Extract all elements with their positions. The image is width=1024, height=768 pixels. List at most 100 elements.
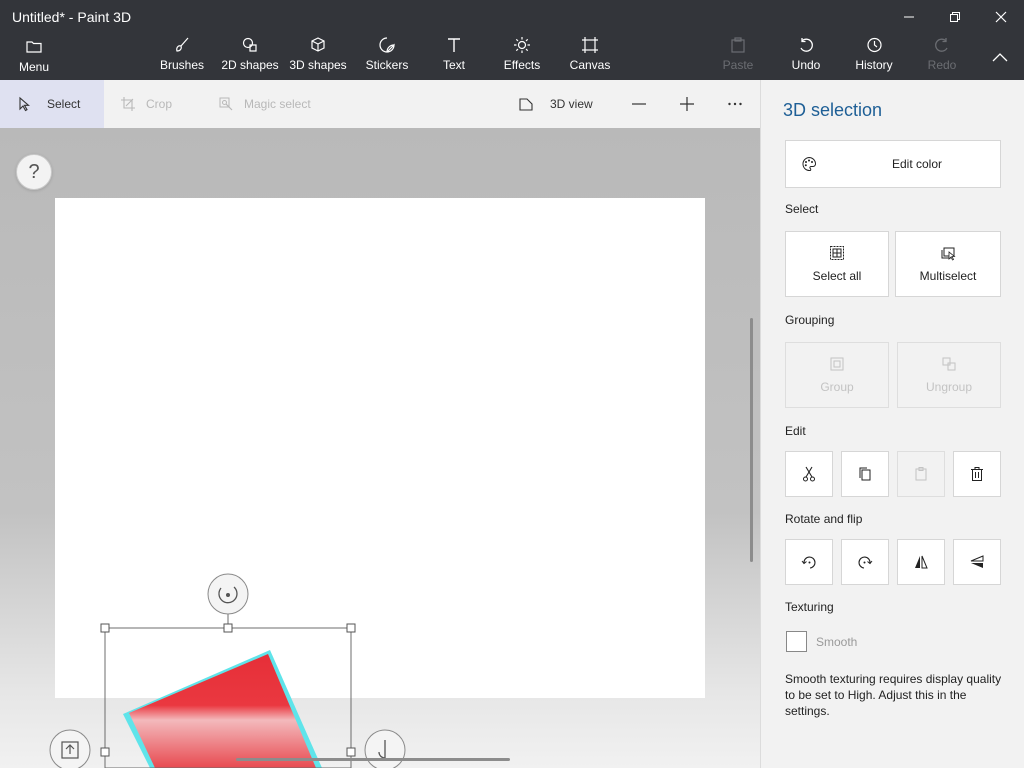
resize-handle[interactable]: [346, 747, 356, 757]
push-back-handle[interactable]: [49, 729, 91, 768]
text-tool[interactable]: Text: [434, 36, 474, 76]
ungroup-icon: [942, 357, 956, 371]
select-label: Select: [47, 97, 81, 111]
crop-label: Crop: [146, 97, 173, 111]
vertical-scrollbar[interactable]: [750, 318, 753, 562]
history-icon: [867, 37, 882, 53]
group-button[interactable]: Group: [785, 342, 889, 408]
stickers-tool[interactable]: Stickers: [362, 36, 412, 76]
history-button[interactable]: History: [848, 36, 900, 76]
more-options-button[interactable]: [727, 80, 753, 128]
cut-button[interactable]: [785, 451, 833, 497]
ungroup-label: Ungroup: [925, 380, 973, 394]
text-label: Text: [442, 58, 465, 72]
resize-handle[interactable]: [346, 623, 356, 633]
more-icon: [728, 102, 742, 106]
view-3d-button[interactable]: 3D view: [518, 80, 593, 128]
rotate-left-button[interactable]: [785, 539, 833, 585]
minus-icon: [632, 103, 646, 105]
delete-button[interactable]: [953, 451, 1001, 497]
cube-icon: [311, 37, 325, 52]
red-3d-object[interactable]: [123, 650, 322, 768]
canvas-tool[interactable]: Canvas: [568, 36, 612, 76]
paste-icon: [915, 467, 927, 481]
resize-handle[interactable]: [100, 747, 110, 757]
edit-color-label: Edit color: [892, 157, 943, 171]
multiselect-button[interactable]: Multiselect: [895, 231, 1001, 297]
ungroup-button[interactable]: Ungroup: [897, 342, 1001, 408]
grouping-heading: Grouping: [785, 313, 835, 327]
shapes-2d-tool[interactable]: 2D shapes: [220, 36, 280, 76]
collapse-ribbon-button[interactable]: [977, 44, 1023, 70]
paste-button[interactable]: Paste: [716, 36, 760, 76]
properties-panel: 3D selection Edit color Select Select al…: [760, 80, 1024, 768]
smooth-checkbox[interactable]: [786, 631, 807, 652]
flip-horizontal-button[interactable]: [897, 539, 945, 585]
flip-vertical-button[interactable]: [953, 539, 1001, 585]
folder-icon: [26, 41, 42, 53]
shapes-3d-tool[interactable]: 3D shapes: [288, 36, 348, 76]
workspace[interactable]: ?: [0, 128, 760, 768]
title-bar: Untitled* - Paint 3D Menu Brushes 2D sha…: [0, 0, 1024, 80]
brushes-label: Brushes: [159, 58, 205, 72]
redo-button[interactable]: Redo: [920, 36, 964, 76]
brushes-tool[interactable]: Brushes: [157, 36, 207, 76]
window-title: Untitled* - Paint 3D: [12, 9, 132, 25]
shapes-2d-label: 2D shapes: [221, 58, 279, 72]
minimize-button[interactable]: [886, 4, 932, 30]
paste-label: Paste: [722, 58, 754, 72]
canvas-icon: [582, 37, 598, 53]
undo-label: Undo: [791, 58, 821, 72]
redo-icon: [935, 38, 948, 52]
selection-overlay: [49, 573, 406, 768]
group-label: Group: [820, 380, 854, 394]
redo-label: Redo: [927, 58, 957, 72]
horizontal-scrollbar[interactable]: [236, 758, 510, 761]
chevron-up-icon: [992, 53, 1008, 62]
zoom-out-button[interactable]: [631, 80, 657, 128]
multiselect-label: Multiselect: [919, 269, 977, 283]
close-button[interactable]: [978, 4, 1024, 30]
crop-button[interactable]: Crop: [120, 80, 172, 128]
history-label: History: [855, 58, 893, 72]
resize-handle[interactable]: [100, 623, 110, 633]
magic-select-label: Magic select: [244, 97, 311, 111]
brush-icon: [176, 37, 189, 52]
select-all-icon: [830, 246, 844, 260]
rotate-left-icon: [801, 556, 816, 569]
sticker-icon: [379, 37, 395, 53]
select-button[interactable]: Select: [17, 80, 80, 128]
canvas-label: Canvas: [569, 58, 611, 72]
plus-icon: [680, 97, 694, 111]
magic-select-icon: [219, 97, 233, 111]
effects-tool[interactable]: Effects: [500, 36, 544, 76]
text-icon: [448, 38, 460, 52]
paste-panel-button[interactable]: [897, 451, 945, 497]
tilt-handle[interactable]: [364, 729, 406, 768]
magic-select-button[interactable]: Magic select: [218, 80, 311, 128]
zoom-in-button[interactable]: [679, 80, 705, 128]
edit-color-button[interactable]: Edit color: [785, 140, 1001, 188]
menu-button[interactable]: Menu: [14, 38, 54, 78]
view-3d-label: 3D view: [550, 97, 593, 111]
rotate-handle[interactable]: [207, 573, 249, 615]
select-heading: Select: [785, 202, 819, 216]
resize-handle[interactable]: [223, 623, 233, 633]
panel-title: 3D selection: [783, 100, 883, 120]
edit-heading: Edit: [785, 424, 806, 438]
smooth-note: Smooth texturing requires display qualit…: [785, 672, 1002, 718]
group-icon: [830, 357, 844, 371]
maximize-button[interactable]: [932, 4, 978, 30]
palette-icon: [802, 156, 817, 172]
effects-label: Effects: [503, 58, 541, 72]
crop-icon: [121, 97, 135, 111]
select-all-label: Select all: [812, 269, 862, 283]
rotate-right-button[interactable]: [841, 539, 889, 585]
rotate-heading: Rotate and flip: [785, 512, 863, 526]
undo-icon: [800, 38, 813, 52]
copy-button[interactable]: [841, 451, 889, 497]
undo-button[interactable]: Undo: [784, 36, 828, 76]
select-all-button[interactable]: Select all: [785, 231, 889, 297]
maximize-icon: [950, 12, 960, 22]
copy-icon: [859, 467, 871, 481]
